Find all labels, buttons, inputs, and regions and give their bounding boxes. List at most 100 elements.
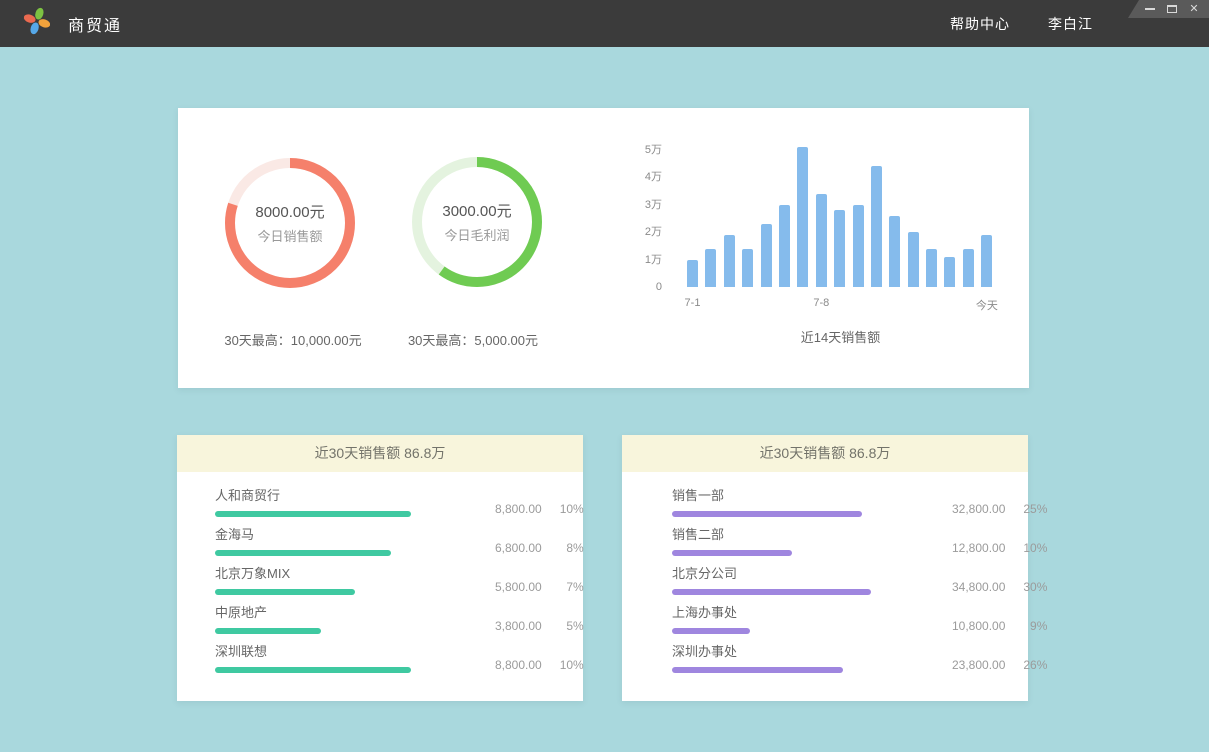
rank-row-left: 北京分公司 <box>672 567 952 595</box>
today-profit-value: 3000.00元 <box>442 200 511 221</box>
rank-row-left: 深圳办事处 <box>672 645 952 673</box>
customer-rank-list: 人和商贸行8,800.0010%金海马6,800.008%北京万象MIX5,80… <box>177 472 583 673</box>
y-axis-tick: 1万 <box>608 252 662 268</box>
dept-rank-title: 近30天销售额 86.8万 <box>622 435 1028 472</box>
rank-row-left: 深圳联想 <box>215 645 495 673</box>
app-logo-icon <box>22 6 52 41</box>
sales-day-bar <box>742 249 753 287</box>
sales-day-bar <box>761 224 772 287</box>
today-profit-label: 今日毛利润 <box>444 225 509 244</box>
rank-row-bar <box>215 589 355 595</box>
rank-row-bar <box>672 589 871 595</box>
sales-day-bar <box>853 205 864 287</box>
y-axis-tick: 3万 <box>608 197 662 213</box>
rank-row-bar <box>215 511 411 517</box>
x-axis-tick: 今天 <box>976 297 998 313</box>
sales-day-bar <box>908 232 919 287</box>
rank-row-amount: 10,800.00 <box>952 619 1005 633</box>
rank-row-percent: 7% <box>554 580 584 594</box>
rank-row-percent: 26% <box>1017 658 1047 672</box>
sales-day-bar <box>926 249 937 287</box>
rank-row-name: 深圳办事处 <box>672 645 952 659</box>
rank-row-values: 32,800.0025% <box>952 502 1047 517</box>
y-axis-tick: 0 <box>608 279 662 295</box>
minimize-icon <box>1145 8 1155 10</box>
rank-row-values: 3,800.005% <box>495 619 584 634</box>
maximize-icon <box>1167 5 1177 13</box>
rank-row-left: 中原地产 <box>215 606 495 634</box>
dept-rank-list: 销售一部32,800.0025%销售二部12,800.0010%北京分公司34,… <box>622 472 1028 673</box>
today-sales-label: 今日销售额 <box>257 226 322 245</box>
rank-row-amount: 3,800.00 <box>495 619 542 633</box>
help-center-link[interactable]: 帮助中心 <box>950 14 1010 34</box>
rank-row-percent: 10% <box>1017 541 1047 555</box>
rank-row-values: 23,800.0026% <box>952 658 1047 673</box>
sales-day-bar <box>944 257 955 287</box>
rank-row-values: 8,800.0010% <box>495 502 584 517</box>
dept-rank-card: 近30天销售额 86.8万 销售一部32,800.0025%销售二部12,800… <box>622 435 1028 701</box>
minimize-button[interactable] <box>1144 3 1156 15</box>
rank-row-percent: 10% <box>554 502 584 516</box>
rank-row-values: 8,800.0010% <box>495 658 584 673</box>
sales-day-bar <box>816 194 827 287</box>
rank-row-percent: 8% <box>554 541 584 555</box>
sales-day-bar <box>779 205 790 287</box>
rank-row: 深圳联想8,800.0010% <box>215 645 529 673</box>
rank-row-values: 6,800.00 8% <box>495 541 584 556</box>
y-axis-tick: 2万 <box>608 224 662 240</box>
window-controls: ✕ <box>1128 0 1209 18</box>
rank-row-name: 人和商贸行 <box>215 489 495 503</box>
rank-row: 深圳办事处23,800.0026% <box>672 645 990 673</box>
rank-row-values: 10,800.009% <box>952 619 1047 634</box>
rank-row-bar <box>672 628 750 634</box>
sales-day-bar <box>889 216 900 287</box>
rank-row-percent: 25% <box>1017 502 1047 516</box>
today-profit-text: 3000.00元 今日毛利润 <box>410 155 544 289</box>
titlebar-nav: 帮助中心 李白江 <box>950 0 1093 47</box>
rank-row-amount: 6,800.00 <box>495 541 542 555</box>
rank-row-bar <box>215 667 411 673</box>
titlebar: 商贸通 帮助中心 李白江 ✕ <box>0 0 1209 47</box>
summary-card: 8000.00元 今日销售额 30天最高：10,000.00元 3000.00元… <box>178 108 1029 388</box>
sales-day-bar <box>724 235 735 287</box>
today-sales-text: 8000.00元 今日销售额 <box>223 156 357 290</box>
sales-day-bar <box>705 249 716 287</box>
rank-row-values: 34,800.0030% <box>952 580 1047 595</box>
rank-row-name: 深圳联想 <box>215 645 495 659</box>
y-axis-tick: 4万 <box>608 169 662 185</box>
x-axis-tick: 7-1 <box>685 297 701 309</box>
rank-row-name: 金海马 <box>215 528 495 542</box>
sales-14day-chart-title: 近14天销售额 <box>687 327 994 346</box>
rank-row-amount: 34,800.00 <box>952 580 1005 594</box>
today-sales-value: 8000.00元 <box>255 201 324 222</box>
rank-row-name: 销售二部 <box>672 528 952 542</box>
sales-14day-bars <box>687 147 992 287</box>
rank-row-left: 销售一部 <box>672 489 952 517</box>
customer-rank-card: 近30天销售额 86.8万 人和商贸行8,800.0010%金海马6,800.0… <box>177 435 583 701</box>
rank-row-bar <box>672 667 843 673</box>
rank-row-left: 上海办事处 <box>672 606 952 634</box>
rank-row-bar <box>672 550 792 556</box>
rank-row-amount: 12,800.00 <box>952 541 1005 555</box>
rank-row: 北京分公司34,800.0030% <box>672 567 990 595</box>
rank-row-name: 销售一部 <box>672 489 952 503</box>
rank-row-amount: 5,800.00 <box>495 580 542 594</box>
sales-day-bar <box>687 260 698 287</box>
rank-row-values: 12,800.00 10% <box>952 541 1047 556</box>
today-profit-donut: 3000.00元 今日毛利润 <box>410 155 544 289</box>
today-sales-donut: 8000.00元 今日销售额 <box>223 156 357 290</box>
y-axis-tick: 5万 <box>608 142 662 158</box>
rank-row-name: 北京万象MIX <box>215 567 495 581</box>
maximize-button[interactable] <box>1166 3 1178 15</box>
profit-30day-max: 30天最高：5,000.00元 <box>358 330 588 349</box>
rank-row-values: 5,800.00 7% <box>495 580 584 595</box>
rank-row-bar <box>215 628 321 634</box>
sales-day-bar <box>981 235 992 287</box>
close-button[interactable]: ✕ <box>1188 3 1200 15</box>
rank-row-percent: 10% <box>554 658 584 672</box>
rank-row: 销售二部12,800.0010% <box>672 528 990 556</box>
user-menu[interactable]: 李白江 <box>1048 14 1093 34</box>
rank-row: 中原地产3,800.005% <box>215 606 529 634</box>
rank-row-left: 金海马 <box>215 528 495 556</box>
rank-row-left: 销售二部 <box>672 528 952 556</box>
